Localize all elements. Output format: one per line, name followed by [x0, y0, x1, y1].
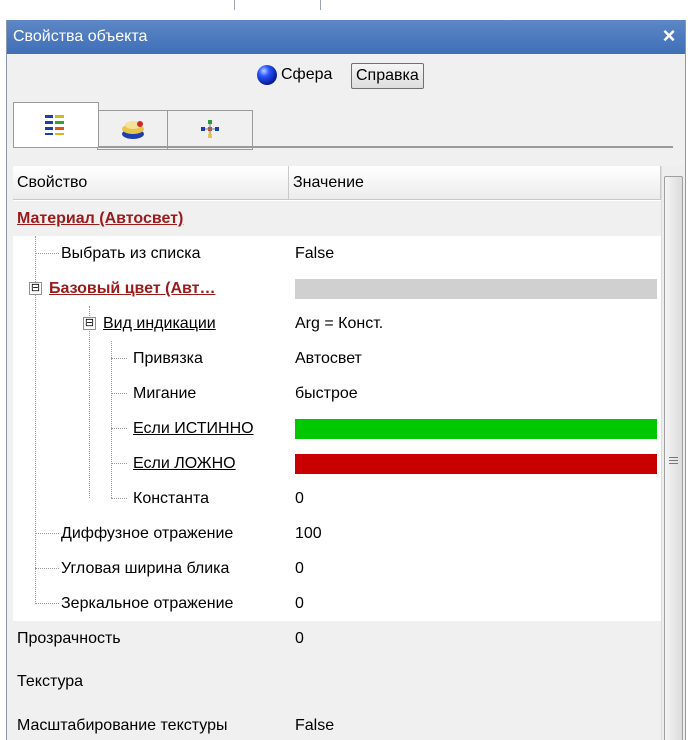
true-color-swatch[interactable]	[295, 419, 657, 439]
tab-divider	[13, 146, 673, 148]
property-name: Материал (Автосвет)	[17, 210, 184, 227]
property-name: Мигание	[133, 385, 197, 402]
tree-guide	[35, 568, 59, 569]
property-name: Если ЛОЖНО	[133, 455, 236, 472]
property-list-icon	[45, 115, 64, 135]
tab-properties[interactable]	[13, 102, 99, 147]
panel-titlebar: Свойства объекта ×	[7, 20, 685, 54]
property-value: 0	[295, 630, 304, 647]
property-value: False	[295, 717, 335, 734]
property-row[interactable]: Угловая ширина блика 0	[13, 551, 661, 586]
tree-guide	[35, 253, 59, 254]
tree-guide	[111, 358, 127, 359]
property-row[interactable]: Диффузное отражение 100	[13, 516, 661, 551]
vertical-scrollbar[interactable]	[661, 166, 684, 740]
help-button[interactable]: Справка	[351, 63, 424, 89]
collapse-toggle[interactable]: ⊟	[29, 282, 42, 295]
tree-guide	[111, 393, 127, 394]
property-value: Arg = Конст.	[295, 315, 384, 332]
grip-icon	[669, 457, 678, 466]
property-row[interactable]: Текстура	[13, 656, 661, 708]
animation-icon	[201, 120, 219, 138]
property-value	[289, 201, 295, 236]
property-name: Текстура	[17, 673, 84, 690]
collapse-toggle[interactable]: ⊟	[83, 317, 96, 330]
property-name: Константа	[133, 490, 209, 507]
property-value: 0	[295, 595, 304, 612]
property-row[interactable]: ⊟ Базовый цвет (Авт…	[13, 271, 661, 306]
property-name: Диффузное отражение	[61, 525, 234, 542]
property-name: Масштабирование текстуры	[17, 717, 228, 734]
column-header-property[interactable]: Свойство	[13, 166, 289, 200]
property-name: Базовый цвет (Авт…	[49, 280, 216, 297]
object-name: Сфера	[281, 66, 333, 83]
property-row[interactable]: Материал (Автосвет)	[13, 201, 661, 236]
property-name: Выбрать из списка	[61, 245, 201, 262]
tree-guide	[111, 428, 127, 429]
property-row[interactable]: Если ИСТИННО	[13, 411, 661, 446]
base-color-swatch[interactable]	[295, 279, 657, 299]
property-row[interactable]: Масштабирование текстуры False	[13, 708, 661, 740]
material-icon	[122, 121, 144, 139]
tab-animation[interactable]	[167, 110, 253, 150]
property-name: Угловая ширина блика	[61, 560, 230, 577]
tree-guide	[111, 498, 127, 499]
property-value: 0	[295, 560, 304, 577]
close-button[interactable]: ×	[657, 24, 681, 48]
panel-title: Свойства объекта	[13, 28, 148, 45]
scrollbar-thumb[interactable]	[664, 176, 683, 740]
property-value: False	[295, 245, 335, 262]
property-name: Вид индикации	[103, 315, 216, 332]
property-row[interactable]: Выбрать из списка False	[13, 236, 661, 271]
property-row[interactable]: Константа 0	[13, 481, 661, 516]
property-value	[289, 656, 295, 708]
tree-guide	[111, 463, 127, 464]
property-value: 0	[295, 490, 304, 507]
property-row[interactable]: Если ЛОЖНО	[13, 446, 661, 481]
property-value: 100	[295, 525, 322, 542]
property-name: Привязка	[133, 350, 203, 367]
separator-tick	[234, 0, 235, 10]
tree-guide	[35, 603, 59, 604]
tree-guide	[35, 533, 59, 534]
sphere-icon	[257, 65, 277, 85]
property-row[interactable]: Мигание быстрое	[13, 376, 661, 411]
property-value: быстрое	[295, 385, 358, 402]
property-grid: Свойство Значение Материал (Автосвет) Вы…	[13, 166, 661, 740]
property-name: Прозрачность	[17, 630, 121, 647]
property-row[interactable]: ⊟ Вид индикации Arg = Конст.	[13, 306, 661, 341]
object-properties-panel: Свойства объекта × Сфера Справка Свойств…	[6, 20, 686, 740]
column-header-value[interactable]: Значение	[289, 166, 661, 200]
property-name: Зеркальное отражение	[61, 595, 234, 612]
separator-tick	[320, 0, 321, 10]
property-row[interactable]: Прозрачность 0	[13, 621, 661, 656]
property-row[interactable]: Зеркальное отражение 0	[13, 586, 661, 621]
property-name: Если ИСТИННО	[133, 420, 254, 437]
tab-material[interactable]	[97, 110, 169, 150]
property-value: Автосвет	[295, 350, 362, 367]
property-row[interactable]: Привязка Автосвет	[13, 341, 661, 376]
top-strip	[0, 0, 691, 20]
false-color-swatch[interactable]	[295, 454, 657, 474]
